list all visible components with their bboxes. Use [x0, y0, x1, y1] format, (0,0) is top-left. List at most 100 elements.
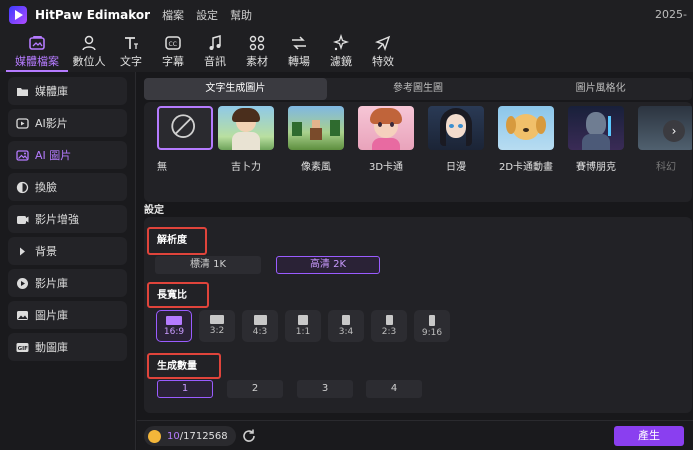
style-label: 吉卜力 [231, 162, 261, 173]
chevron-right-icon: › [671, 124, 677, 138]
style-label: 3D卡通 [368, 162, 404, 173]
sidebar-item-gif-library[interactable]: GIF 動圖庫 [8, 333, 127, 361]
aspect-ratio-label: 長寬比 [147, 282, 209, 308]
ratio-label: 4:3 [252, 327, 268, 337]
title-bar: HitPaw Edimakor 檔案 設定 幫助 2025- [0, 0, 693, 30]
sidebar-item-label: 動圖庫 [35, 341, 68, 354]
ai-image-icon [16, 149, 29, 161]
gif-icon: GIF [16, 342, 29, 352]
tool-filters[interactable]: 濾鏡 [320, 30, 362, 72]
refresh-icon[interactable] [241, 428, 257, 444]
count-option-1[interactable]: 1 [157, 380, 213, 398]
mode-tabs: 文字生成圖片 參考圖生圖 圖片風格化 [144, 78, 692, 100]
tool-label: 特效 [372, 55, 394, 68]
aspect-option-3-4[interactable]: 3:4 [328, 310, 364, 342]
settings-title: 設定 [144, 205, 164, 216]
sidebar-item-ai-image[interactable]: AI 圖片 [8, 141, 127, 169]
sidebar-item-label: 影片庫 [35, 277, 68, 290]
sidebar-item-label: 背景 [35, 245, 57, 258]
menu-help[interactable]: 幫助 [230, 7, 252, 23]
text-icon [125, 37, 138, 49]
style-option-3d-cartoon[interactable]: 3D卡通 [356, 106, 416, 173]
resolution-label: 解析度 [147, 227, 207, 255]
tab-image-to-image[interactable]: 參考圖生圖 [327, 78, 510, 100]
style-thumbnail [157, 106, 213, 150]
style-option-2d-animation[interactable]: 2D卡通動畫 [496, 106, 556, 173]
tab-image-stylize[interactable]: 圖片風格化 [509, 78, 692, 100]
caption-icon: CC [165, 36, 181, 50]
folder-icon [17, 87, 28, 96]
ratio-shape-icon [429, 315, 435, 326]
style-thumbnail [288, 106, 344, 150]
sidebar-item-face-swap[interactable]: 換臉 [8, 173, 127, 201]
aspect-option-1-1[interactable]: 1:1 [285, 310, 321, 342]
tool-media[interactable]: 媒體檔案 [6, 30, 68, 72]
tool-transitions[interactable]: 轉場 [278, 30, 320, 72]
style-option-none[interactable]: 無 [155, 106, 215, 173]
style-label: 賽博朋克 [576, 162, 616, 173]
ratio-label: 3:2 [209, 326, 225, 336]
tool-effects[interactable]: 特效 [362, 30, 404, 72]
sidebar-item-label: 圖片庫 [35, 309, 68, 322]
credits-badge: 10 /1712568 [144, 426, 236, 446]
sidebar-item-background[interactable]: 背景 [8, 237, 127, 265]
resolution-option-2k[interactable]: 高清 2K [276, 256, 380, 274]
aspect-option-3-2[interactable]: 3:2 [199, 310, 235, 342]
style-option-scifi[interactable]: 科幻 [636, 106, 692, 173]
app-logo-icon [9, 6, 27, 24]
sidebar-item-label: 換臉 [35, 181, 57, 194]
generate-button[interactable]: 產生 [614, 426, 684, 446]
bottom-bar: 10 /1712568 產生 [137, 420, 693, 450]
style-option-ghibli[interactable]: 吉卜力 [216, 106, 276, 173]
style-label: 像素風 [301, 162, 331, 173]
ratio-shape-icon [166, 316, 182, 325]
sidebar-item-media-library[interactable]: 媒體庫 [8, 77, 127, 105]
filter-icon [332, 34, 350, 51]
tool-label: 素材 [246, 55, 268, 68]
tool-digital-human[interactable]: 數位人 [68, 30, 110, 72]
sidebar-item-video-enhance[interactable]: 影片增強 [8, 205, 127, 233]
generate-count-label: 生成數量 [147, 353, 221, 379]
menu-settings[interactable]: 設定 [196, 7, 218, 23]
tool-captions[interactable]: CC 字幕 [152, 30, 194, 72]
sidebar-item-image-library[interactable]: 圖片庫 [8, 301, 127, 329]
style-option-cyberpunk[interactable]: 賽博朋克 [566, 106, 626, 173]
ratio-label: 2:3 [381, 327, 397, 337]
credits-used: 10 [167, 430, 180, 442]
media-icon [29, 36, 45, 50]
no-style-icon [171, 114, 195, 138]
next-styles-button[interactable]: › [663, 120, 685, 142]
style-option-anime[interactable]: 日漫 [426, 106, 486, 173]
count-option-3[interactable]: 3 [297, 380, 353, 398]
sidebar-item-video-library[interactable]: 影片庫 [8, 269, 127, 297]
tool-elements[interactable]: 素材 [236, 30, 278, 72]
sidebar-item-label: 影片增強 [35, 213, 79, 226]
aspect-option-16-9[interactable]: 16:9 [156, 310, 192, 342]
image-library-icon [17, 310, 28, 320]
video-library-icon [17, 277, 28, 289]
style-gallery: 無 吉卜力 像素風 3D卡通 日漫 2D卡通動畫 賽博朋克 科幻 › [144, 102, 692, 202]
transition-icon [292, 36, 306, 50]
style-label: 科幻 [656, 162, 676, 173]
count-option-4[interactable]: 4 [366, 380, 422, 398]
tab-text-to-image[interactable]: 文字生成圖片 [144, 78, 327, 100]
style-option-pixel[interactable]: 像素風 [286, 106, 346, 173]
count-option-2[interactable]: 2 [227, 380, 283, 398]
ratio-label: 1:1 [295, 327, 311, 337]
aspect-option-4-3[interactable]: 4:3 [242, 310, 278, 342]
aspect-option-9-16[interactable]: 9:16 [414, 310, 450, 342]
tool-text[interactable]: 文字 [110, 30, 152, 72]
ratio-label: 3:4 [338, 327, 354, 337]
ratio-label: 16:9 [163, 327, 185, 337]
aspect-option-2-3[interactable]: 2:3 [371, 310, 407, 342]
resolution-option-1k[interactable]: 標清 1K [155, 256, 261, 274]
sidebar-item-label: AI影片 [35, 117, 68, 130]
tool-audio[interactable]: 音訊 [194, 30, 236, 72]
menu-file[interactable]: 檔案 [162, 7, 184, 23]
tool-label: 轉場 [288, 55, 310, 68]
sidebar: 媒體庫 AI影片 AI 圖片 換臉 影片增強 背景 影片庫 圖片庫 GIF 動圖… [0, 72, 136, 450]
ratio-shape-icon [298, 315, 308, 325]
sidebar-item-ai-video[interactable]: AI影片 [8, 109, 127, 137]
tool-label: 音訊 [204, 55, 226, 68]
style-label: 無 [157, 162, 167, 173]
